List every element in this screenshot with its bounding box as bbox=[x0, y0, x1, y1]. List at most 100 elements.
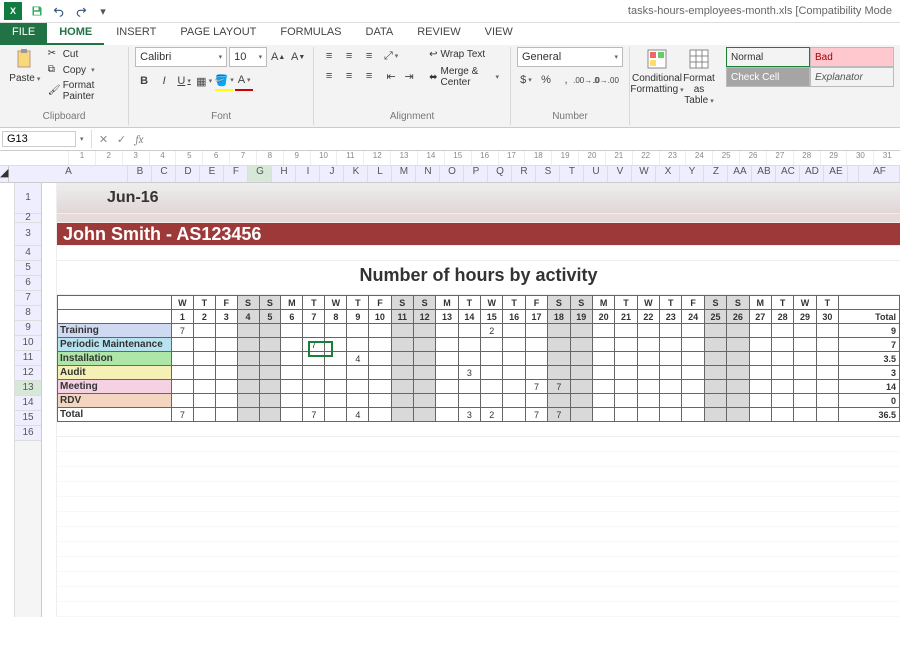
tab-formulas[interactable]: FORMULAS bbox=[268, 23, 353, 45]
col-header-AD[interactable]: AD bbox=[800, 166, 824, 182]
name-box[interactable] bbox=[2, 131, 76, 147]
row-header-6[interactable]: 6 bbox=[15, 276, 41, 291]
col-header-G[interactable]: G bbox=[248, 166, 272, 182]
tab-data[interactable]: DATA bbox=[354, 23, 406, 45]
col-header-T[interactable]: T bbox=[560, 166, 584, 182]
row-header-10[interactable]: 10 bbox=[15, 336, 41, 351]
tab-insert[interactable]: INSERT bbox=[104, 23, 168, 45]
row-header-5[interactable]: 5 bbox=[15, 261, 41, 276]
format-as-table-button[interactable]: Format asTable▾ bbox=[678, 47, 720, 106]
align-top-button[interactable]: ≡ bbox=[320, 47, 338, 65]
worksheet[interactable]: Jun-16 John Smith - AS123456 Number of h… bbox=[57, 183, 900, 617]
decrease-indent-button[interactable]: ⇤ bbox=[382, 67, 400, 85]
number-format-combo[interactable]: General▾ bbox=[517, 47, 623, 67]
save-icon[interactable] bbox=[28, 2, 46, 20]
formula-input[interactable] bbox=[149, 132, 900, 146]
fx-icon[interactable]: fx bbox=[131, 133, 149, 146]
tab-page-layout[interactable]: PAGE LAYOUT bbox=[168, 23, 268, 45]
paste-button[interactable]: Paste▾ bbox=[6, 47, 44, 84]
tab-view[interactable]: VIEW bbox=[473, 23, 525, 45]
select-all-corner[interactable]: ◢ bbox=[0, 166, 9, 183]
col-header-C[interactable]: C bbox=[152, 166, 176, 182]
row-header-15[interactable]: 15 bbox=[15, 411, 41, 426]
col-header-P[interactable]: P bbox=[464, 166, 488, 182]
copy-button[interactable]: ⧉Copy▾ bbox=[46, 63, 122, 77]
col-header-B[interactable]: B bbox=[128, 166, 152, 182]
underline-button[interactable]: U▾ bbox=[175, 72, 193, 90]
decrease-decimal-button[interactable]: .0→.00 bbox=[597, 71, 615, 89]
cell-style-bad[interactable]: Bad bbox=[810, 47, 894, 67]
col-header-M[interactable]: M bbox=[392, 166, 416, 182]
col-header-J[interactable]: J bbox=[320, 166, 344, 182]
bold-button[interactable]: B bbox=[135, 72, 153, 90]
tab-file[interactable]: FILE bbox=[0, 23, 47, 45]
col-header-K[interactable]: K bbox=[344, 166, 368, 182]
font-name-combo[interactable]: Calibri▾ bbox=[135, 47, 227, 67]
col-header-V[interactable]: V bbox=[608, 166, 632, 182]
col-header-AE[interactable]: AE bbox=[824, 166, 848, 182]
align-center-button[interactable]: ≡ bbox=[340, 67, 358, 85]
col-header-W[interactable]: W bbox=[632, 166, 656, 182]
row-header-2[interactable]: 2 bbox=[15, 214, 41, 223]
cell-style-check[interactable]: Check Cell bbox=[726, 67, 810, 87]
col-header-AF[interactable]: AF bbox=[859, 166, 900, 182]
align-middle-button[interactable]: ≡ bbox=[340, 47, 358, 65]
redo-icon[interactable] bbox=[72, 2, 90, 20]
align-bottom-button[interactable]: ≡ bbox=[360, 47, 378, 65]
qat-dropdown-icon[interactable]: ▾ bbox=[94, 2, 112, 20]
increase-indent-button[interactable]: ⇥ bbox=[400, 67, 418, 85]
percent-button[interactable]: % bbox=[537, 71, 555, 89]
col-header-I[interactable]: I bbox=[296, 166, 320, 182]
wrap-text-button[interactable]: ↩Wrap Text bbox=[424, 47, 504, 62]
col-header-F[interactable]: F bbox=[224, 166, 248, 182]
col-header-D[interactable]: D bbox=[176, 166, 200, 182]
col-header-[interactable] bbox=[848, 166, 859, 182]
row-header-1[interactable]: 1 bbox=[15, 183, 41, 214]
row-header-9[interactable]: 9 bbox=[15, 321, 41, 336]
col-header-U[interactable]: U bbox=[584, 166, 608, 182]
cut-button[interactable]: ✂Cut bbox=[46, 47, 122, 61]
col-header-X[interactable]: X bbox=[656, 166, 680, 182]
font-color-button[interactable]: A▾ bbox=[235, 71, 253, 91]
border-button[interactable]: ▦▾ bbox=[195, 72, 213, 90]
col-header-Q[interactable]: Q bbox=[488, 166, 512, 182]
col-header-L[interactable]: L bbox=[368, 166, 392, 182]
conditional-formatting-button[interactable]: ConditionalFormatting▾ bbox=[636, 47, 678, 95]
row-header-11[interactable]: 11 bbox=[15, 351, 41, 366]
row-header-8[interactable]: 8 bbox=[15, 306, 41, 321]
col-header-N[interactable]: N bbox=[416, 166, 440, 182]
italic-button[interactable]: I bbox=[155, 72, 173, 90]
undo-icon[interactable] bbox=[50, 2, 68, 20]
row-header-4[interactable]: 4 bbox=[15, 246, 41, 261]
col-header-AB[interactable]: AB bbox=[752, 166, 776, 182]
enter-formula-icon[interactable]: ✓ bbox=[113, 133, 131, 146]
merge-center-button[interactable]: ⬌Merge & Center▾ bbox=[424, 64, 504, 90]
col-header-AA[interactable]: AA bbox=[728, 166, 752, 182]
fill-color-button[interactable]: 🪣▾ bbox=[215, 71, 233, 91]
grow-font-button[interactable]: A▲ bbox=[269, 48, 287, 66]
align-left-button[interactable]: ≡ bbox=[320, 67, 338, 85]
format-painter-button[interactable]: 🖌Format Painter bbox=[46, 79, 122, 103]
cancel-formula-icon[interactable]: ✕ bbox=[95, 133, 113, 146]
col-header-H[interactable]: H bbox=[272, 166, 296, 182]
row-header-14[interactable]: 14 bbox=[15, 396, 41, 411]
font-size-combo[interactable]: 10▾ bbox=[229, 47, 267, 67]
row-header-3[interactable]: 3 bbox=[15, 223, 41, 246]
col-header-Z[interactable]: Z bbox=[704, 166, 728, 182]
col-header-O[interactable]: O bbox=[440, 166, 464, 182]
shrink-font-button[interactable]: A▼ bbox=[289, 48, 307, 66]
cell-style-explan[interactable]: Explanator bbox=[810, 67, 894, 87]
orientation-button[interactable]: ⤢▾ bbox=[382, 47, 400, 65]
col-header-A[interactable]: A bbox=[9, 166, 128, 182]
col-header-Y[interactable]: Y bbox=[680, 166, 704, 182]
cell-style-normal[interactable]: Normal bbox=[726, 47, 810, 67]
col-header-R[interactable]: R bbox=[512, 166, 536, 182]
row-header-13[interactable]: 13 bbox=[15, 381, 41, 396]
col-header-E[interactable]: E bbox=[200, 166, 224, 182]
row-header-7[interactable]: 7 bbox=[15, 291, 41, 306]
row-header-12[interactable]: 12 bbox=[15, 366, 41, 381]
tab-review[interactable]: REVIEW bbox=[405, 23, 472, 45]
tab-home[interactable]: HOME bbox=[47, 23, 104, 45]
col-header-S[interactable]: S bbox=[536, 166, 560, 182]
currency-button[interactable]: $▾ bbox=[517, 71, 535, 89]
